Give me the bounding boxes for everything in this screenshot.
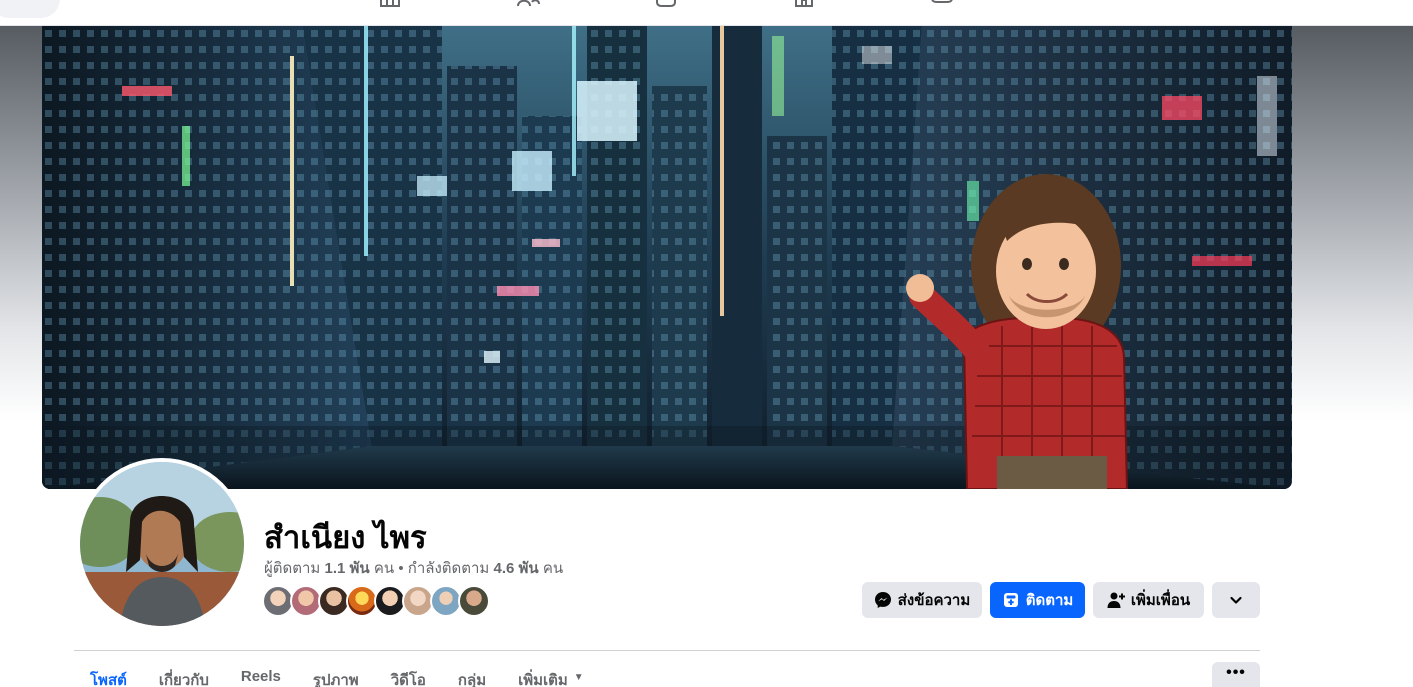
search-bar[interactable] — [0, 0, 60, 18]
tab-posts[interactable]: โพสต์ — [74, 668, 143, 687]
add-friend-icon — [1107, 591, 1125, 609]
video-icon[interactable] — [654, 0, 678, 8]
marketplace-icon[interactable] — [792, 0, 816, 8]
follower-avatar[interactable] — [458, 585, 490, 617]
follow-button[interactable]: ติดตาม — [990, 582, 1085, 618]
followers-unit: คน — [373, 560, 395, 577]
profile-name: สำเนียง ไพร — [264, 520, 427, 555]
add-friend-label: เพิ่มเพื่อน — [1130, 592, 1191, 609]
following-unit: คน — [542, 560, 564, 577]
home-icon[interactable] — [378, 0, 402, 8]
tab-more[interactable]: เพิ่มเติม ▼ — [502, 668, 600, 687]
tab-groups[interactable]: กลุ่ม — [442, 668, 502, 687]
tab-more-options-button[interactable]: ••• — [1212, 662, 1260, 687]
following-count[interactable]: 4.6 พัน — [493, 560, 538, 577]
send-message-label: ส่งข้อความ — [897, 592, 971, 609]
profile-tabs: โพสต์ เกี่ยวกับ Reels รูปภาพ วิดีโอ กลุ่… — [74, 668, 600, 687]
gaming-icon[interactable] — [930, 0, 954, 8]
tab-about[interactable]: เกี่ยวกับ — [143, 668, 225, 687]
more-options-button[interactable] — [1212, 582, 1260, 618]
followers-label[interactable]: ผู้ติดตาม — [264, 560, 320, 577]
follower-avatars — [262, 585, 490, 619]
chevron-down-icon — [1227, 591, 1245, 609]
top-navigation-bar — [0, 0, 1413, 26]
caret-down-icon: ▼ — [573, 672, 584, 683]
section-divider — [74, 650, 1260, 651]
cover-photo[interactable] — [42, 26, 1292, 489]
add-friend-button[interactable]: เพิ่มเพื่อน — [1093, 582, 1204, 618]
follow-icon — [1002, 591, 1020, 609]
follow-stats: ผู้ติดตาม 1.1 พัน คน • กำลังติดตาม 4.6 พ… — [264, 556, 563, 580]
following-label[interactable]: กำลังติดตาม — [408, 560, 490, 577]
messenger-icon — [874, 591, 892, 609]
tab-reels[interactable]: Reels — [225, 668, 297, 687]
tab-videos[interactable]: วิดีโอ — [375, 668, 442, 687]
tab-photos[interactable]: รูปภาพ — [297, 668, 375, 687]
friends-icon[interactable] — [516, 0, 540, 8]
followers-count[interactable]: 1.1 พัน — [325, 560, 370, 577]
stats-separator: • — [398, 560, 404, 577]
profile-page: สำเนียง ไพร ผู้ติดตาม 1.1 พัน คน • กำลัง… — [0, 0, 1413, 687]
send-message-button[interactable]: ส่งข้อความ — [862, 582, 982, 618]
profile-avatar[interactable] — [76, 458, 248, 630]
follow-label: ติดตาม — [1025, 592, 1074, 609]
